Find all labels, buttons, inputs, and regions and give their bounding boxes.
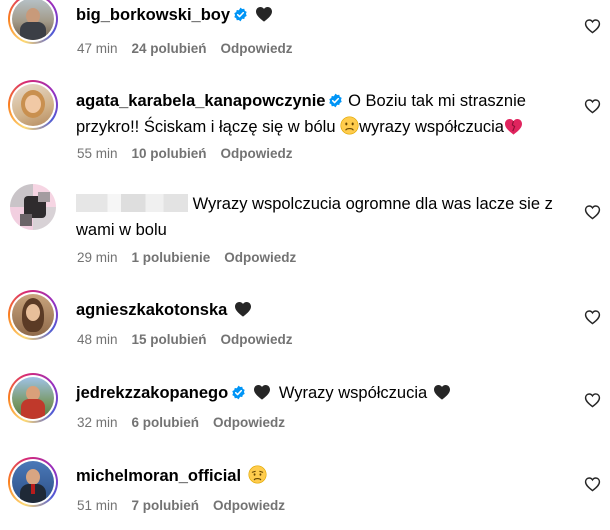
comment-likes[interactable]: 10 polubień xyxy=(132,146,207,161)
comment-time[interactable]: 29 min xyxy=(77,250,118,265)
blurred-username xyxy=(76,194,188,212)
comment-meta: 29 min 1 polubienie Odpowiedz xyxy=(77,250,296,265)
avatar[interactable] xyxy=(8,373,58,423)
comment-meta: 48 min 15 polubień Odpowiedz xyxy=(77,332,293,347)
broken-heart-emoji xyxy=(504,118,523,135)
avatar[interactable] xyxy=(8,0,58,44)
black-heart-emoji xyxy=(234,301,252,317)
like-button[interactable] xyxy=(584,18,601,34)
comment-username[interactable]: michelmoran_official xyxy=(76,467,241,485)
reply-button[interactable]: Odpowiedz xyxy=(224,250,296,265)
black-heart-emoji xyxy=(253,384,271,400)
comment-meta: 47 min 24 polubień Odpowiedz xyxy=(77,41,293,56)
verified-badge-icon xyxy=(328,93,343,108)
comment-text: Wyrazy współczucia xyxy=(278,384,428,402)
sad-face-emoji xyxy=(248,465,267,484)
reply-button[interactable]: Odpowiedz xyxy=(213,498,285,513)
comment-likes[interactable]: 6 polubień xyxy=(132,415,200,430)
reply-button[interactable]: Odpowiedz xyxy=(221,41,293,56)
comment-time[interactable]: 51 min xyxy=(77,498,118,513)
comment-username[interactable]: agata_karabela_kanapowczynie xyxy=(76,92,325,110)
comment-meta: 51 min 7 polubień Odpowiedz xyxy=(77,498,285,513)
reply-button[interactable]: Odpowiedz xyxy=(221,146,293,161)
comment-username[interactable]: agnieszkakotonska xyxy=(76,301,227,319)
comment-likes[interactable]: 15 polubień xyxy=(132,332,207,347)
comment-likes[interactable]: 1 polubienie xyxy=(132,250,211,265)
black-heart-emoji xyxy=(255,6,273,22)
comment-meta: 55 min 10 polubień Odpowiedz xyxy=(77,146,293,161)
like-button[interactable] xyxy=(584,204,601,220)
like-button[interactable] xyxy=(584,392,601,408)
like-button[interactable] xyxy=(584,476,601,492)
comment-time[interactable]: 55 min xyxy=(77,146,118,161)
comment-username[interactable]: jedrekzzakopanego xyxy=(76,384,228,402)
reply-button[interactable]: Odpowiedz xyxy=(221,332,293,347)
comment-time[interactable]: 47 min xyxy=(77,41,118,56)
comment-likes[interactable]: 7 polubień xyxy=(132,498,200,513)
comment-likes[interactable]: 24 polubień xyxy=(132,41,207,56)
comment-meta: 32 min 6 polubień Odpowiedz xyxy=(77,415,285,430)
comment-time[interactable]: 48 min xyxy=(77,332,118,347)
like-button[interactable] xyxy=(584,98,601,114)
avatar[interactable] xyxy=(8,457,58,507)
avatar[interactable] xyxy=(8,80,58,130)
avatar[interactable] xyxy=(8,182,58,232)
comment-text-after: wyrazy współczucia xyxy=(359,118,504,136)
sad-face-emoji xyxy=(340,116,359,135)
reply-button[interactable]: Odpowiedz xyxy=(213,415,285,430)
verified-badge-icon xyxy=(231,385,246,400)
black-heart-emoji xyxy=(433,384,451,400)
like-button[interactable] xyxy=(584,309,601,325)
comment-username[interactable]: big_borkowski_boy xyxy=(76,6,230,24)
verified-badge-icon xyxy=(233,7,248,22)
avatar[interactable] xyxy=(8,290,58,340)
comment-time[interactable]: 32 min xyxy=(77,415,118,430)
